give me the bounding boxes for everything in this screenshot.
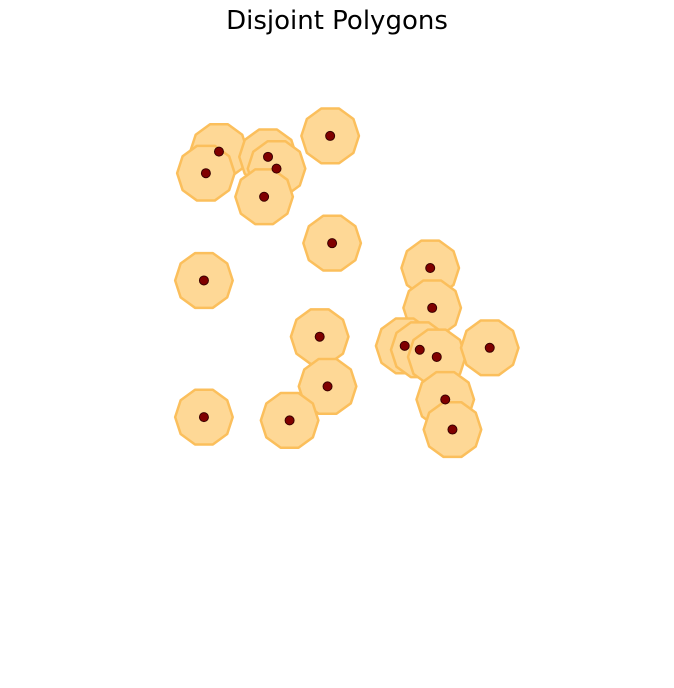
data-point-11 — [314, 331, 325, 342]
data-point-3 — [263, 151, 274, 162]
data-point-5 — [325, 130, 336, 141]
data-point-12 — [399, 340, 410, 351]
data-point-4 — [271, 163, 282, 174]
data-point-10 — [427, 302, 438, 313]
data-point-20 — [447, 424, 458, 435]
data-point-9 — [425, 263, 436, 274]
data-point-16 — [322, 381, 333, 392]
data-point-13 — [414, 344, 425, 355]
data-point-7 — [327, 238, 338, 249]
data-point-17 — [440, 394, 451, 405]
data-point-6 — [259, 191, 270, 202]
polygon-layer — [173, 107, 520, 459]
plot-area — [173, 107, 520, 459]
data-point-8 — [198, 275, 209, 286]
data-point-15 — [484, 342, 495, 353]
data-point-19 — [284, 415, 295, 426]
data-point-14 — [431, 351, 442, 362]
data-point-2 — [200, 168, 211, 179]
data-point-18 — [198, 412, 209, 423]
data-point-1 — [213, 146, 224, 157]
